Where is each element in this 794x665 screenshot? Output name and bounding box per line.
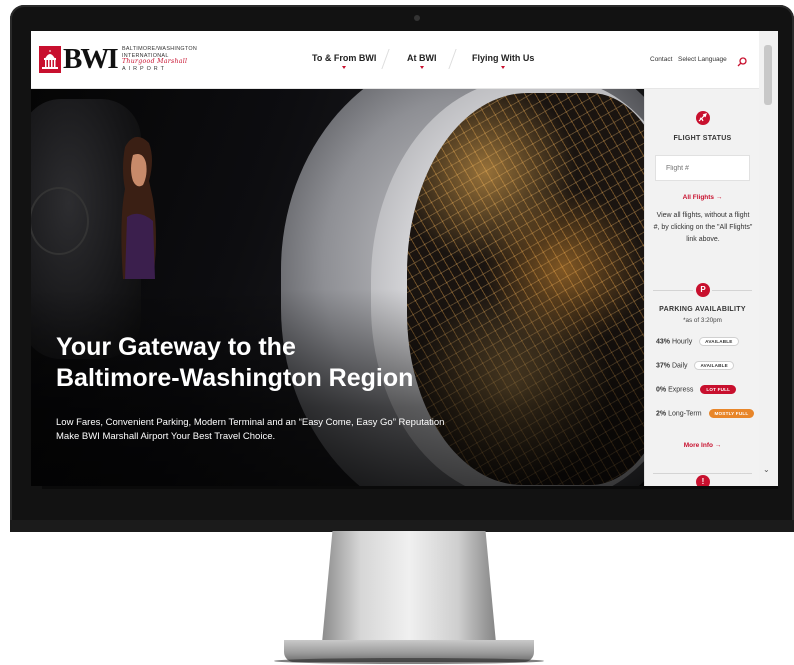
chevron-down-icon — [419, 66, 424, 69]
more-info-link[interactable]: More Info → — [645, 442, 760, 449]
parking-badge-icon: P — [696, 283, 710, 297]
logo-wordmark: BWI — [63, 43, 119, 75]
nav-divider — [448, 49, 457, 69]
screen-bottom-edge — [42, 486, 778, 489]
monitor-stand-neck — [322, 531, 496, 643]
nav-at-bwi[interactable]: At BWI — [407, 53, 437, 69]
flight-number-input[interactable] — [655, 155, 750, 181]
webcam — [414, 15, 420, 21]
parking-row: 43% Hourly AVAILABLE — [656, 337, 739, 349]
passenger-image — [119, 129, 159, 279]
status-badge: MOSTLY FULL — [708, 409, 755, 418]
divider-right — [712, 290, 752, 291]
parking-row: 37% Daily AVAILABLE — [656, 361, 734, 373]
divider — [653, 473, 752, 474]
scrollbar-thumb[interactable] — [764, 45, 772, 105]
hero-title: Your Gateway to the Baltimore-Washington… — [56, 332, 476, 394]
page-scrollbar[interactable]: ⌄ — [759, 31, 778, 486]
chevron-down-icon — [342, 66, 347, 69]
chevron-down-icon[interactable]: ⌄ — [763, 465, 770, 474]
parking-percent: 37% — [656, 362, 671, 370]
divider-left — [653, 290, 693, 291]
hero-banner: Your Gateway to the Baltimore-Washington… — [31, 89, 644, 486]
parking-lot-name: Hourly — [671, 338, 693, 346]
site-header: BWI BALTIMORE/WASHINGTON INTERNATIONAL T… — [31, 31, 778, 89]
parking-heading: PARKING AVAILABILITY — [659, 306, 746, 313]
parking-lot-name: Long-Term — [668, 410, 702, 418]
select-language-link[interactable]: Select Language — [678, 56, 727, 63]
hero-subtitle: Low Fares, Convenient Parking, Modern Te… — [56, 416, 466, 444]
browser-screen: BWI BALTIMORE/WASHINGTON INTERNATIONAL T… — [31, 31, 778, 486]
all-flights-link[interactable]: All Flights → — [645, 194, 760, 201]
plane-icon — [696, 111, 710, 125]
monitor-chin — [10, 520, 794, 532]
parking-timestamp: *as of 3:20pm — [683, 317, 722, 324]
flight-status-help: View all flights, without a flight #, by… — [653, 212, 753, 243]
contact-link[interactable]: Contact — [650, 56, 672, 63]
nav-flying-with-us[interactable]: Flying With Us — [472, 53, 535, 69]
hero-subtitle-line2: Make BWI Marshall Airport Your Best Trav… — [56, 431, 276, 442]
parking-percent: 43% — [656, 338, 671, 346]
logo-sub-line1: BALTIMORE/WASHINGTON — [122, 46, 198, 52]
flight-status-heading: FLIGHT STATUS — [673, 135, 732, 142]
parking-row: 0% Express LOT FULL — [656, 385, 737, 397]
nav-to-from-bwi[interactable]: To & From BWI — [312, 53, 377, 69]
status-badge: LOT FULL — [700, 385, 737, 394]
sidebar-widgets: FLIGHT STATUS All Flights → View all fli… — [644, 89, 760, 486]
nav-label: To & From BWI — [312, 53, 377, 63]
chevron-down-icon — [501, 66, 506, 69]
nav-divider — [381, 49, 390, 69]
parking-percent: 0% — [656, 386, 667, 394]
parking-percent: 2% — [656, 410, 667, 418]
hero-title-line1: Your Gateway to the — [56, 333, 296, 361]
alert-badge-icon: ! — [696, 475, 710, 486]
search-icon[interactable] — [737, 54, 747, 67]
seat-detail — [31, 187, 89, 255]
stand-shadow — [274, 658, 544, 664]
hero-title-line2: Baltimore-Washington Region — [56, 364, 414, 392]
status-badge: AVAILABLE — [699, 337, 739, 346]
capitol-dome-icon — [39, 46, 61, 73]
bwi-logo[interactable]: BWI BALTIMORE/WASHINGTON INTERNATIONAL T… — [39, 43, 198, 76]
parking-lot-name: Express — [668, 386, 694, 394]
parking-row: 2% Long-Term MOSTLY FULL — [656, 409, 755, 421]
nav-label: Flying With Us — [472, 53, 535, 63]
logo-sub-line4: AIRPORT — [122, 65, 167, 72]
status-badge: AVAILABLE — [694, 361, 734, 370]
nav-label: At BWI — [407, 53, 437, 63]
logo-subtitle: BALTIMORE/WASHINGTON INTERNATIONAL Thurg… — [122, 46, 198, 72]
hero-subtitle-line1: Low Fares, Convenient Parking, Modern Te… — [56, 417, 445, 428]
parking-lot-name: Daily — [671, 362, 688, 370]
logo-sub-script: Thurgood Marshall — [122, 58, 188, 66]
